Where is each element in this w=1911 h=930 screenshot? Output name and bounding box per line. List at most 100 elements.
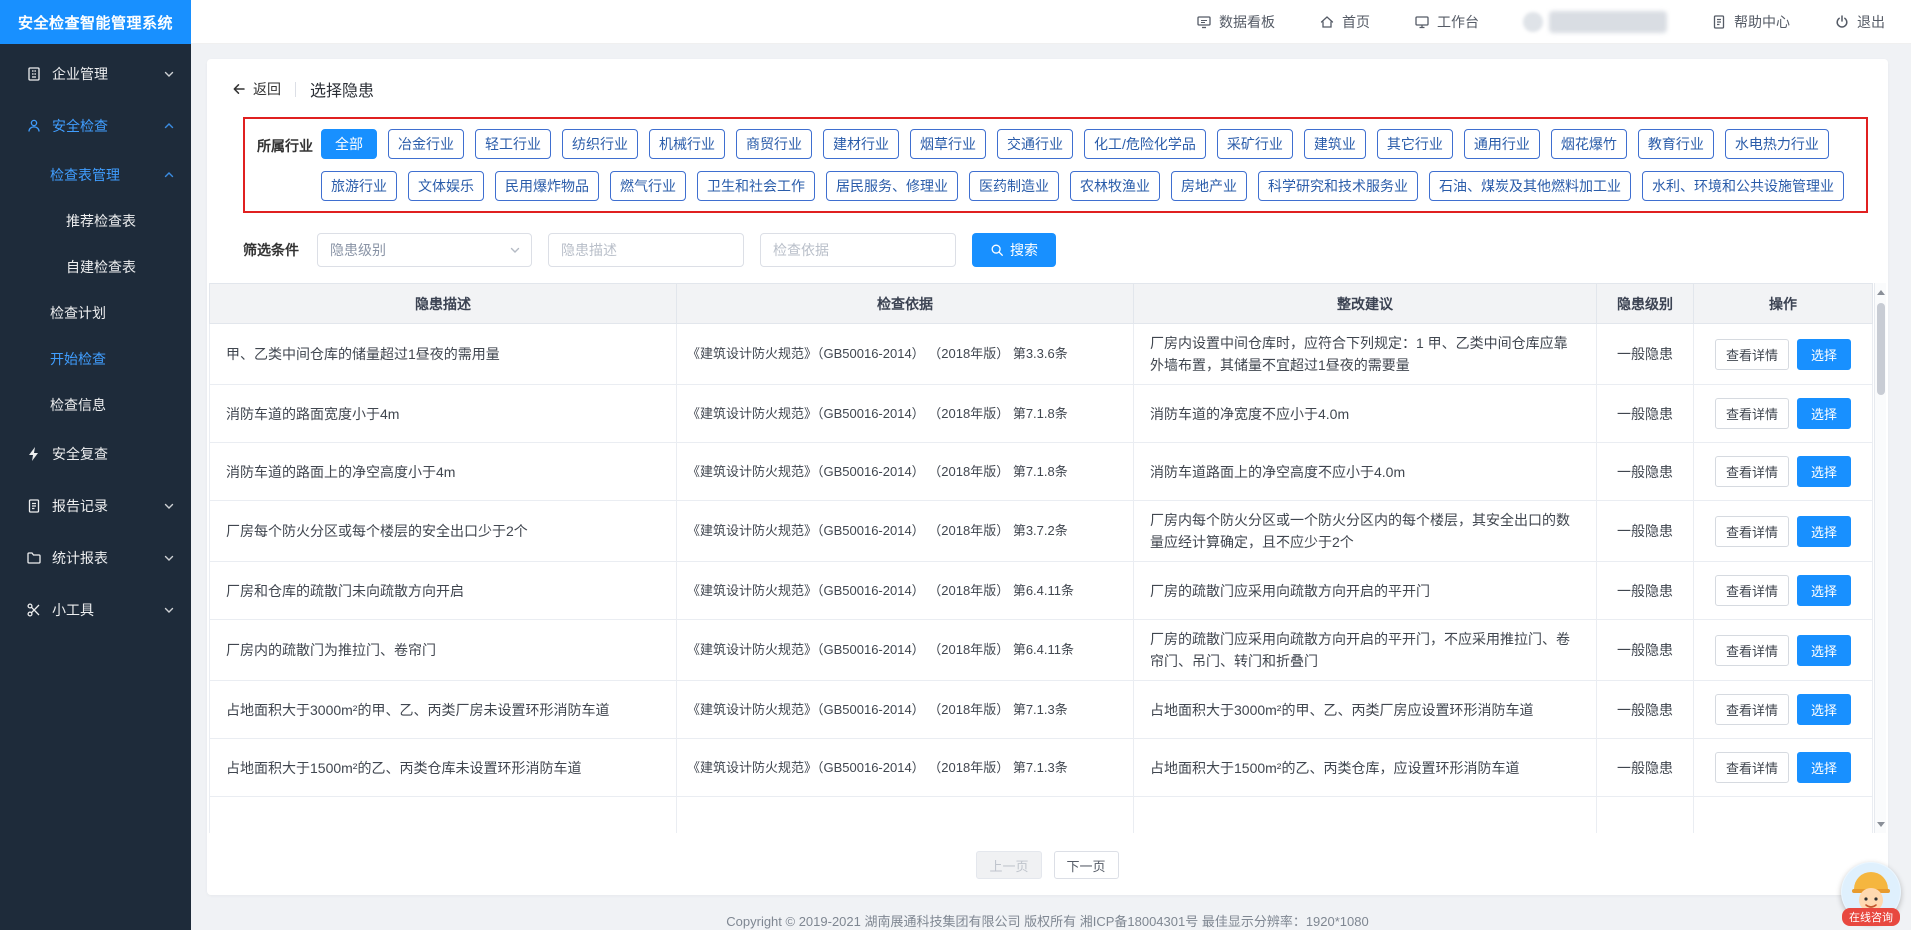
- select-button[interactable]: 选择: [1797, 635, 1851, 666]
- scrollbar-thumb[interactable]: [1877, 303, 1885, 395]
- industry-filter-option-27[interactable]: 石油、煤炭及其他燃料加工业: [1429, 171, 1631, 201]
- sidebar-item-4[interactable]: 自建检查表: [0, 244, 191, 290]
- nav-label: 数据看板: [1219, 12, 1275, 32]
- sidebar-item-6[interactable]: 开始检查: [0, 336, 191, 382]
- nav-label: 工作台: [1437, 12, 1479, 32]
- cell-level: 一般隐患: [1597, 620, 1694, 681]
- table-scrollbar[interactable]: [1874, 283, 1886, 833]
- cell-level: 一般隐患: [1597, 562, 1694, 620]
- cell-level: 一般隐患: [1597, 324, 1694, 385]
- sidebar-item-0[interactable]: 企业管理: [0, 48, 191, 100]
- industry-filter-option-18[interactable]: 文体娱乐: [408, 171, 484, 201]
- select-button[interactable]: 选择: [1797, 456, 1851, 487]
- select-button[interactable]: 选择: [1797, 339, 1851, 370]
- sidebar-item-label: 安全复查: [52, 444, 108, 464]
- sidebar-item-1[interactable]: 安全检查: [0, 100, 191, 152]
- industry-filter-option-12[interactable]: 其它行业: [1377, 129, 1453, 159]
- industry-filter-option-19[interactable]: 民用爆炸物品: [495, 171, 599, 201]
- select-button[interactable]: 选择: [1797, 398, 1851, 429]
- view-detail-button[interactable]: 查看详情: [1715, 456, 1789, 487]
- sidebar-menu: 企业管理安全检查检查表管理推荐检查表自建检查表检查计划开始检查检查信息安全复查报…: [0, 44, 191, 930]
- prev-page-button[interactable]: 上一页: [976, 851, 1041, 879]
- sidebar-item-label: 安全检查: [52, 116, 108, 136]
- nav-workbench[interactable]: 工作台: [1414, 12, 1479, 32]
- industry-filter-option-2[interactable]: 轻工行业: [475, 129, 551, 159]
- select-button[interactable]: 选择: [1797, 694, 1851, 725]
- industry-filter-option-23[interactable]: 医药制造业: [969, 171, 1059, 201]
- industry-filter-option-8[interactable]: 交通行业: [997, 129, 1073, 159]
- industry-filter-option-17[interactable]: 旅游行业: [321, 171, 397, 201]
- hazard-desc-input[interactable]: [548, 233, 744, 267]
- industry-filter-option-7[interactable]: 烟草行业: [910, 129, 986, 159]
- industry-filter-option-16[interactable]: 水电热力行业: [1725, 129, 1829, 159]
- cell-desc: 厂房内的疏散门为推拉门、卷帘门: [210, 620, 677, 681]
- industry-filter-option-13[interactable]: 通用行业: [1464, 129, 1540, 159]
- industry-filter-option-9[interactable]: 化工/危险化学品: [1084, 129, 1206, 159]
- nav-logout[interactable]: 退出: [1834, 12, 1885, 32]
- view-detail-button[interactable]: 查看详情: [1715, 516, 1789, 547]
- industry-filter-option-22[interactable]: 居民服务、修理业: [826, 171, 958, 201]
- sidebar-item-label: 推荐检查表: [66, 211, 136, 231]
- industry-filter-option-20[interactable]: 燃气行业: [610, 171, 686, 201]
- view-detail-button[interactable]: 查看详情: [1715, 752, 1789, 783]
- industry-filter-option-21[interactable]: 卫生和社会工作: [697, 171, 815, 201]
- dashboard-icon: [1196, 14, 1212, 30]
- scroll-up-icon[interactable]: [1875, 285, 1886, 299]
- search-button[interactable]: 搜索: [972, 233, 1056, 267]
- next-page-button[interactable]: 下一页: [1054, 851, 1119, 879]
- industry-filter-option-4[interactable]: 机械行业: [649, 129, 725, 159]
- industry-filter-option-11[interactable]: 建筑业: [1304, 129, 1366, 159]
- sidebar-item-3[interactable]: 推荐检查表: [0, 198, 191, 244]
- view-detail-button[interactable]: 查看详情: [1715, 575, 1789, 606]
- sidebar-item-8[interactable]: 安全复查: [0, 428, 191, 480]
- view-detail-button[interactable]: 查看详情: [1715, 635, 1789, 666]
- industry-filter-option-1[interactable]: 冶金行业: [388, 129, 464, 159]
- cell-empty: [677, 797, 1134, 834]
- nav-help[interactable]: 帮助中心: [1711, 12, 1790, 32]
- pagination: 上一页 下一页: [207, 851, 1888, 879]
- cell-empty: [1597, 797, 1694, 834]
- select-button[interactable]: 选择: [1797, 575, 1851, 606]
- nav-dashboard[interactable]: 数据看板: [1196, 12, 1275, 32]
- sidebar-item-11[interactable]: 小工具: [0, 584, 191, 636]
- nav-label: 退出: [1857, 12, 1885, 32]
- sidebar-item-label: 自建检查表: [66, 257, 136, 277]
- industry-filter-option-5[interactable]: 商贸行业: [736, 129, 812, 159]
- sidebar-item-7[interactable]: 检查信息: [0, 382, 191, 428]
- user-name-pill: [1549, 11, 1667, 33]
- hazard-level-placeholder: 隐患级别: [330, 240, 386, 260]
- industry-filter-option-24[interactable]: 农林牧渔业: [1070, 171, 1160, 201]
- sidebar-item-label: 检查表管理: [50, 165, 120, 185]
- industry-filter-option-25[interactable]: 房地产业: [1171, 171, 1247, 201]
- select-button[interactable]: 选择: [1797, 752, 1851, 783]
- view-detail-button[interactable]: 查看详情: [1715, 339, 1789, 370]
- online-chat-widget[interactable]: 在线咨询: [1839, 862, 1903, 926]
- sidebar-item-2[interactable]: 检查表管理: [0, 152, 191, 198]
- industry-filter-option-26[interactable]: 科学研究和技术服务业: [1258, 171, 1418, 201]
- cell-actions: 查看详情选择: [1694, 681, 1873, 739]
- nav-home[interactable]: 首页: [1319, 12, 1370, 32]
- view-detail-button[interactable]: 查看详情: [1715, 694, 1789, 725]
- industry-filter-option-3[interactable]: 纺织行业: [562, 129, 638, 159]
- cell-basis: 《建筑设计防火规范》（GB50016-2014） （2018年版） 第3.3.6…: [677, 324, 1134, 385]
- select-button[interactable]: 选择: [1797, 516, 1851, 547]
- back-button[interactable]: 返回: [231, 79, 281, 99]
- industry-filter-option-28[interactable]: 水利、环境和公共设施管理业: [1642, 171, 1844, 201]
- home-icon: [1319, 14, 1335, 30]
- industry-filter-option-14[interactable]: 烟花爆竹: [1551, 129, 1627, 159]
- scroll-down-icon[interactable]: [1875, 817, 1886, 831]
- view-detail-button[interactable]: 查看详情: [1715, 398, 1789, 429]
- industry-filter-option-10[interactable]: 采矿行业: [1217, 129, 1293, 159]
- table-header-row: 隐患描述 检查依据 整改建议 隐患级别 操作: [210, 284, 1873, 324]
- check-basis-input[interactable]: [760, 233, 956, 267]
- industry-filter-option-6[interactable]: 建材行业: [823, 129, 899, 159]
- sidebar-item-9[interactable]: 报告记录: [0, 480, 191, 532]
- user-name-blurred[interactable]: [1523, 11, 1667, 33]
- industry-filter-option-15[interactable]: 教育行业: [1638, 129, 1714, 159]
- cell-suggestion: 厂房的疏散门应采用向疏散方向开启的平开门: [1134, 562, 1597, 620]
- sidebar-item-5[interactable]: 检查计划: [0, 290, 191, 336]
- hazard-level-select[interactable]: 隐患级别: [317, 233, 532, 267]
- industry-filter-option-0[interactable]: 全部: [321, 129, 377, 159]
- sidebar-item-10[interactable]: 统计报表: [0, 532, 191, 584]
- building-icon: [26, 66, 42, 82]
